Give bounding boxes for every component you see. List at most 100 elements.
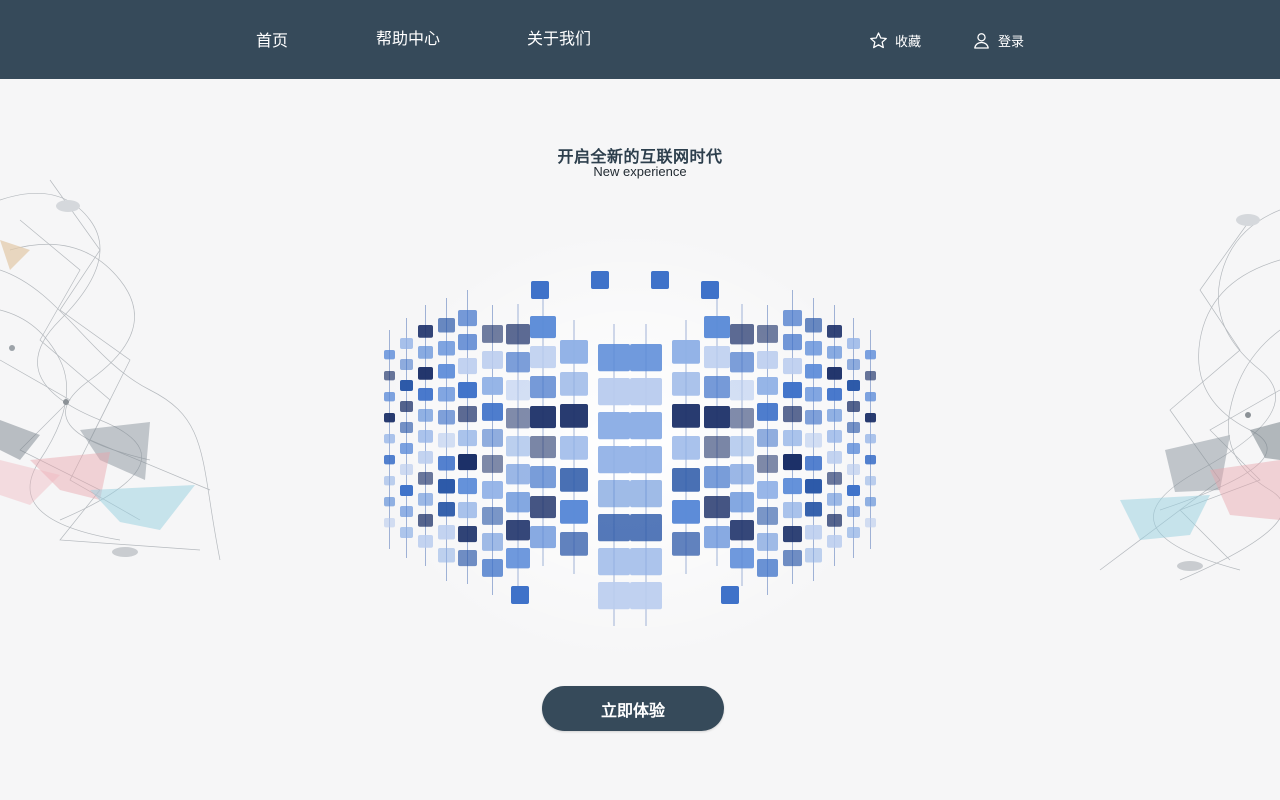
grid-tile [598, 480, 630, 508]
grid-tile [418, 472, 433, 485]
grid-tile [438, 479, 455, 494]
grid-tile [438, 456, 455, 471]
grid-tile [757, 533, 778, 551]
grid-tile [591, 271, 609, 289]
grid-tile [438, 387, 455, 402]
grid-tile [458, 526, 477, 543]
grid-tile [805, 525, 822, 540]
login-label: 登录 [998, 34, 1025, 50]
grid-tile [630, 548, 662, 576]
grid-tile [757, 481, 778, 499]
grid-tile [704, 376, 730, 399]
grid-tile [598, 344, 630, 372]
login-button[interactable]: 登录 [972, 29, 1024, 51]
grid-tile [530, 406, 556, 429]
grid-tile [865, 518, 876, 528]
grid-tile [506, 492, 530, 513]
grid-tile [458, 430, 477, 447]
grid-tile [651, 271, 669, 289]
grid-tile [511, 586, 529, 604]
star-icon [870, 31, 887, 48]
grid-tile [672, 404, 700, 428]
grid-tile [438, 433, 455, 448]
grid-tile [757, 455, 778, 473]
grid-tile [630, 514, 662, 542]
grid-tile [630, 480, 662, 508]
grid-tile [827, 493, 842, 506]
grid-tile [458, 478, 477, 495]
grid-tile [847, 380, 860, 392]
grid-tile [847, 443, 860, 455]
grid-tile [730, 548, 754, 569]
grid-tile [730, 408, 754, 429]
grid-tile [783, 406, 802, 423]
grid-tile [560, 404, 588, 428]
grid-tile [805, 364, 822, 379]
grid-tile [400, 380, 413, 392]
grid-tile [384, 455, 395, 465]
grid-tile [630, 344, 662, 372]
nav-help-center-link[interactable]: 帮助中心 [376, 28, 440, 50]
grid-tile [384, 497, 395, 507]
try-now-button[interactable]: 立即体验 [542, 686, 724, 731]
grid-tile [847, 422, 860, 434]
grid-tile [783, 526, 802, 543]
grid-tile [458, 358, 477, 375]
grid-tile [418, 367, 433, 380]
grid-tile [865, 371, 876, 381]
grid-tile [530, 316, 556, 339]
grid-tile [630, 378, 662, 406]
grid-tile [530, 376, 556, 399]
grid-tile [418, 535, 433, 548]
grid-tile [458, 550, 477, 567]
grid-tile [482, 507, 503, 525]
grid-tile [730, 352, 754, 373]
grid-tile [530, 526, 556, 549]
grid-tile [506, 464, 530, 485]
grid-tile [865, 455, 876, 465]
grid-tile [458, 406, 477, 423]
grid-tile [400, 485, 413, 497]
grid-tile [384, 476, 395, 486]
grid-tile [704, 466, 730, 489]
grid-tile [482, 481, 503, 499]
user-icon [974, 32, 989, 49]
grid-tile [598, 548, 630, 576]
grid-tile [384, 518, 395, 528]
grid-tile [530, 466, 556, 489]
grid-tile [865, 350, 876, 360]
grid-tile [757, 559, 778, 577]
grid-tile [418, 388, 433, 401]
grid-tile [730, 324, 754, 345]
grid-tile [730, 492, 754, 513]
grid-tile [384, 392, 395, 402]
grid-tile [438, 341, 455, 356]
grid-tile [598, 378, 630, 406]
grid-tile [530, 346, 556, 369]
grid-tile [704, 406, 730, 429]
grid-tile [418, 493, 433, 506]
grid-tile [865, 497, 876, 507]
grid-tile [757, 377, 778, 395]
grid-tile [560, 500, 588, 524]
grid-tile [847, 338, 860, 350]
grid-tile [704, 316, 730, 339]
grid-tile [672, 468, 700, 492]
grid-tile [827, 346, 842, 359]
grid-tile [847, 464, 860, 476]
grid-tile [757, 429, 778, 447]
nav-about-us-link[interactable]: 关于我们 [527, 28, 591, 50]
grid-tile [438, 410, 455, 425]
grid-tile [400, 338, 413, 350]
nav-home-link[interactable]: 首页 [256, 30, 288, 52]
grid-tile [847, 506, 860, 518]
grid-tile [630, 582, 662, 610]
grid-tile [400, 506, 413, 518]
favorite-button[interactable]: 收藏 [869, 29, 921, 51]
grid-tile [805, 548, 822, 563]
grid-tile [418, 514, 433, 527]
grid-tile [865, 434, 876, 444]
grid-tile [672, 340, 700, 364]
grid-tile [805, 479, 822, 494]
grid-tile [827, 535, 842, 548]
